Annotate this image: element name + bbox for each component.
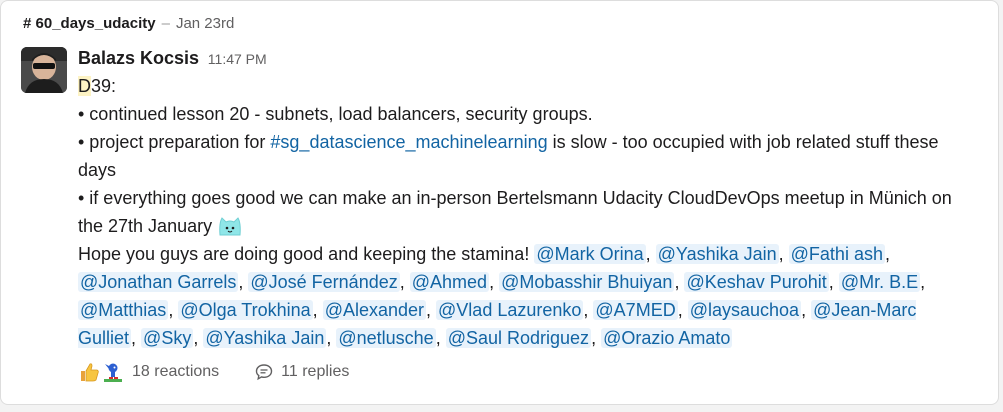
bullet-item: • project preparation for #sg_datascienc…: [78, 132, 939, 180]
avatar[interactable]: [21, 47, 67, 93]
user-mention[interactable]: @Saul Rodriguez: [445, 328, 592, 348]
reaction-summary[interactable]: [78, 361, 124, 383]
replies-icon: [255, 364, 273, 381]
message: Balazs Kocsis 11:47 PM D39: • continued …: [78, 45, 978, 352]
channel-name-link[interactable]: # 60_days_udacity: [23, 15, 156, 32]
user-mention[interactable]: @Matthias: [78, 300, 169, 320]
user-mention[interactable]: @Keshav Purohit: [684, 272, 829, 292]
separator: –: [161, 15, 170, 32]
author-name[interactable]: Balazs Kocsis: [78, 48, 199, 68]
user-mention[interactable]: @Yashika Jain: [655, 244, 779, 264]
sonic-icon: [104, 363, 122, 382]
message-card: # 60_days_udacity – Jan 23rd Balazs Kocsis…: [0, 0, 999, 405]
user-mention[interactable]: @netlusche: [336, 328, 436, 348]
user-mention[interactable]: @Mobasshir Bhuiyan: [499, 272, 675, 292]
bullet-item: • if everything goes good we can make an…: [78, 188, 952, 236]
user-mention[interactable]: @Jonathan Garrels: [78, 272, 239, 292]
cat-emoji-icon: [219, 217, 241, 236]
user-mention[interactable]: @Alexander: [322, 300, 427, 320]
channel-link[interactable]: #sg_datascience_machinelearning: [270, 132, 547, 152]
bullet-item: • continued lesson 20 - subnets, load ba…: [78, 104, 593, 124]
closing-line: Hope you guys are doing good and keeping…: [78, 244, 926, 348]
day-count: 39:: [91, 76, 117, 96]
avatar-image: [21, 47, 67, 93]
user-mention[interactable]: @José Fernández: [248, 272, 400, 292]
user-mention[interactable]: @Mark Orina: [534, 244, 646, 264]
message-body: D39: • continued lesson 20 - subnets, lo…: [78, 72, 978, 352]
user-mention[interactable]: @Vlad Lazurenko: [436, 300, 584, 320]
message-footer: 18 reactions 11 replies: [78, 361, 349, 383]
user-mention[interactable]: @Mr. B.E: [838, 272, 921, 292]
channel-context: # 60_days_udacity – Jan 23rd: [23, 15, 234, 32]
message-date[interactable]: Jan 23rd: [176, 15, 234, 32]
user-mention[interactable]: @Ahmed: [409, 272, 490, 292]
user-mention[interactable]: @Olga Trokhina: [178, 300, 313, 320]
user-mention[interactable]: @Yashika Jain: [203, 328, 327, 348]
user-mention[interactable]: @Sky: [141, 328, 194, 348]
user-mention[interactable]: @Orazio Amato: [601, 328, 733, 348]
reactions-count[interactable]: 18 reactions: [132, 363, 219, 381]
user-mention[interactable]: @laysauchoa: [687, 300, 802, 320]
user-mention[interactable]: @A7MED: [593, 300, 678, 320]
replies-count[interactable]: 11 replies: [281, 363, 349, 381]
highlighted-d: D: [78, 76, 91, 96]
user-mention[interactable]: @Fathi ash: [788, 244, 885, 264]
thumbs-up-icon: [81, 363, 99, 382]
timestamp[interactable]: 11:47 PM: [208, 51, 267, 67]
